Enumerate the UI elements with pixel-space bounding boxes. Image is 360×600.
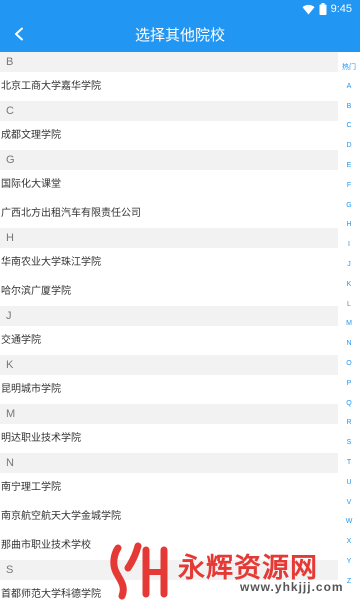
index-item-x[interactable]: X	[338, 537, 360, 547]
status-icons: 9:45	[302, 2, 352, 16]
section-header: C	[0, 101, 338, 121]
index-item-w[interactable]: W	[338, 517, 360, 527]
index-item-q[interactable]: Q	[338, 399, 360, 409]
index-item-t[interactable]: T	[338, 458, 360, 468]
index-item-o[interactable]: O	[338, 359, 360, 369]
section-header: G	[0, 150, 338, 170]
school-list-item[interactable]: 华南农业大学珠江学院	[0, 248, 338, 277]
chevron-left-icon	[13, 26, 25, 45]
school-list-item[interactable]: 北京工商大学嘉华学院	[0, 72, 338, 101]
school-list-item[interactable]: 首都师范大学科德学院	[0, 580, 338, 600]
index-item-c[interactable]: C	[338, 121, 360, 131]
section-header: K	[0, 355, 338, 375]
index-item-a[interactable]: A	[338, 82, 360, 92]
school-list-item[interactable]: 明达职业技术学院	[0, 424, 338, 453]
index-item-h[interactable]: H	[338, 220, 360, 230]
index-item-u[interactable]: U	[338, 478, 360, 488]
index-item-r[interactable]: R	[338, 418, 360, 428]
index-item-b[interactable]: B	[338, 102, 360, 112]
school-list-item[interactable]: 交通学院	[0, 326, 338, 355]
index-item-v[interactable]: V	[338, 498, 360, 508]
school-list-item[interactable]: 哈尔滨广厦学院	[0, 277, 338, 306]
section-header: B	[0, 52, 338, 72]
status-bar: 9:45	[0, 0, 360, 18]
index-item-s[interactable]: S	[338, 438, 360, 448]
page-title: 选择其他院校	[134, 26, 225, 44]
index-item-n[interactable]: N	[338, 339, 360, 349]
school-list[interactable]: B 北京工商大学嘉华学院 C 成都文理学院 G 国际化大课堂 广西北方出租汽车有限责任公司 H…	[0, 52, 338, 600]
school-list-item[interactable]: 广西北方出租汽车有限责任公司	[0, 199, 338, 228]
school-list-item[interactable]: 昆明城市学院	[0, 375, 338, 404]
section-header: N	[0, 453, 338, 473]
index-item-d[interactable]: D	[338, 141, 360, 151]
app-bar: 选择其他院校	[0, 18, 360, 52]
section-header: J	[0, 306, 338, 326]
index-item-p[interactable]: P	[338, 379, 360, 389]
index-item-j[interactable]: J	[338, 260, 360, 270]
index-item-l[interactable]: L	[338, 300, 360, 310]
index-item-k[interactable]: K	[338, 280, 360, 290]
status-time: 9:45	[330, 3, 352, 15]
school-list-item[interactable]: 南京航空航天大学金城学院	[0, 502, 338, 531]
battery-icon	[319, 0, 327, 19]
school-list-item[interactable]: 成都文理学院	[0, 121, 338, 150]
index-item-hot[interactable]: 热门	[338, 62, 360, 72]
school-list-item[interactable]: 南宁理工学院	[0, 473, 338, 502]
wifi-icon	[302, 0, 315, 19]
section-header: H	[0, 228, 338, 248]
index-item-z[interactable]: Z	[338, 577, 360, 587]
index-item-g[interactable]: G	[338, 201, 360, 211]
index-item-i[interactable]: I	[338, 240, 360, 250]
index-item-y[interactable]: Y	[338, 557, 360, 567]
school-list-item[interactable]: 那曲市职业技术学校	[0, 531, 338, 560]
school-list-item[interactable]: 国际化大课堂	[0, 170, 338, 199]
index-item-f[interactable]: F	[338, 181, 360, 191]
back-button[interactable]	[6, 22, 32, 48]
section-header: M	[0, 404, 338, 424]
section-header: S	[0, 560, 338, 580]
index-item-e[interactable]: E	[338, 161, 360, 171]
alphabet-index-bar[interactable]: 热门 A B C D E F G H I J K L M N O P Q R S T U V W X Y Z	[338, 52, 360, 600]
index-item-m[interactable]: M	[338, 319, 360, 329]
